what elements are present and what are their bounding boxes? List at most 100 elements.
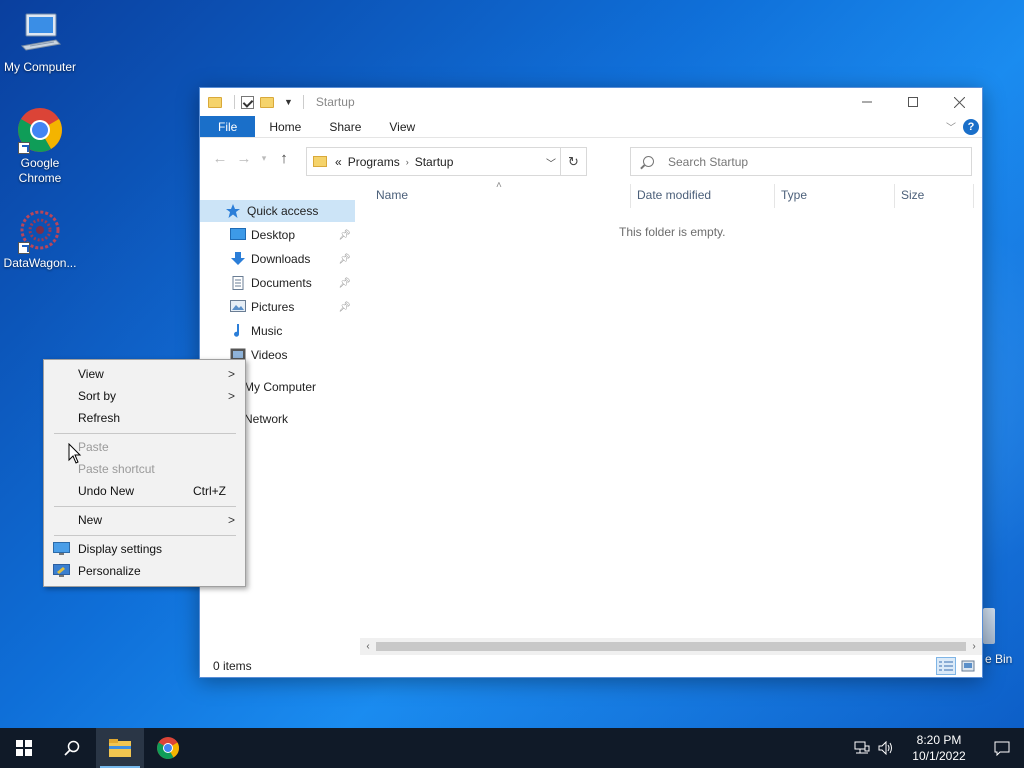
large-icons-view-button[interactable] — [958, 657, 978, 675]
nav-music[interactable]: Music — [230, 320, 355, 342]
desktop-icon-label: DataWagon... — [3, 256, 77, 270]
tab-file[interactable]: File — [200, 116, 256, 137]
search-box[interactable]: Search Startup — [630, 147, 972, 176]
clock[interactable]: 8:20 PM 10/1/2022 — [904, 732, 974, 764]
pin-icon[interactable]: 📌︎ — [338, 230, 351, 241]
file-explorer-icon — [109, 739, 131, 757]
menu-item-display-settings[interactable]: Display settings — [44, 538, 245, 560]
chrome-icon — [16, 106, 64, 154]
details-view-button[interactable] — [936, 657, 956, 675]
tab-home[interactable]: Home — [255, 116, 315, 137]
menu-item-new[interactable]: New > — [44, 509, 245, 531]
column-size[interactable]: Size — [901, 188, 924, 202]
menu-label: New — [78, 513, 103, 527]
taskbar-google-chrome[interactable] — [144, 728, 192, 768]
desktop-icon-label: Google Chrome — [18, 156, 62, 185]
column-divider[interactable] — [630, 184, 631, 208]
scroll-left-button[interactable]: ‹ — [360, 638, 376, 655]
nav-documents[interactable]: Documents 📌︎ — [230, 272, 355, 294]
refresh-button[interactable]: ↻ — [560, 148, 586, 175]
scrollbar-thumb[interactable] — [376, 642, 966, 651]
minimize-button[interactable] — [844, 88, 890, 116]
nav-desktop[interactable]: Desktop 📌︎ — [230, 224, 355, 246]
datawagon-icon — [16, 206, 64, 254]
breadcrumb-startup[interactable]: Startup — [415, 155, 454, 169]
maximize-button[interactable] — [890, 88, 936, 116]
breadcrumb-overflow[interactable]: « — [335, 155, 342, 169]
column-divider[interactable] — [973, 184, 974, 208]
nav-my-computer[interactable]: My Computer — [244, 376, 355, 398]
status-bar: 0 items — [200, 655, 982, 677]
chevron-right-icon[interactable]: › — [406, 157, 409, 167]
nav-label: Documents — [251, 276, 312, 290]
file-explorer-window: ▼ Startup File Home Share View ﹀ ? ← → ▾… — [199, 87, 983, 678]
breadcrumb-programs[interactable]: Programs — [348, 155, 400, 169]
scroll-right-button[interactable]: › — [966, 638, 982, 655]
nav-network[interactable]: Network — [244, 408, 355, 430]
mouse-cursor-icon — [68, 443, 82, 464]
menu-item-undo-new[interactable]: Undo New Ctrl+Z — [44, 480, 245, 502]
up-button[interactable]: ↑ — [272, 146, 296, 170]
windows-logo-icon — [16, 740, 32, 756]
window-title: Startup — [315, 95, 355, 109]
volume-icon[interactable] — [874, 728, 898, 768]
menu-label: Undo New — [78, 484, 135, 498]
ribbon: File Home Share View ﹀ ? — [200, 116, 982, 138]
action-center-button[interactable] — [980, 728, 1024, 768]
nav-label: Pictures — [251, 300, 295, 314]
chrome-icon — [157, 737, 179, 759]
menu-item-personalize[interactable]: Personalize — [44, 560, 245, 582]
desktop-icon-label: My Computer — [3, 60, 77, 74]
column-divider[interactable] — [774, 184, 775, 208]
nav-label: My Computer — [244, 380, 317, 394]
item-count: 0 items — [213, 659, 252, 673]
nav-label: Downloads — [251, 252, 311, 266]
menu-item-refresh[interactable]: Refresh — [44, 407, 245, 429]
column-name[interactable]: Name — [376, 188, 408, 202]
chevron-right-icon: > — [227, 513, 235, 527]
divider — [302, 95, 304, 109]
pin-icon[interactable]: 📌︎ — [338, 302, 351, 313]
close-button[interactable] — [936, 88, 982, 116]
new-folder-icon[interactable] — [260, 96, 274, 108]
divider — [234, 95, 235, 109]
tab-share[interactable]: Share — [315, 116, 375, 137]
horizontal-scrollbar[interactable]: ‹ › — [360, 638, 982, 655]
shortcut-arrow-icon — [18, 142, 30, 154]
nav-videos[interactable]: Videos — [230, 344, 355, 366]
properties-checkbox-icon[interactable] — [241, 95, 254, 109]
pin-icon[interactable]: 📌︎ — [338, 278, 351, 289]
address-bar[interactable]: « Programs › Startup ﹀ ↻ — [306, 147, 587, 176]
search-button[interactable] — [48, 728, 96, 768]
menu-item-view[interactable]: View > — [44, 363, 245, 385]
network-icon[interactable] — [850, 728, 874, 768]
desktop-icon-my-computer[interactable]: My Computer — [0, 10, 80, 75]
chevron-down-icon[interactable]: ﹀ — [946, 119, 956, 134]
start-button[interactable] — [0, 728, 48, 768]
window-controls — [844, 88, 982, 116]
forward-button[interactable]: → — [232, 146, 256, 170]
back-button[interactable]: ← — [208, 146, 232, 170]
column-date-modified[interactable]: Date modified — [637, 188, 711, 202]
nav-downloads[interactable]: Downloads 📌︎ — [230, 248, 355, 270]
quick-access-dropdown-icon[interactable]: ▼ — [284, 97, 293, 107]
pin-icon[interactable]: 📌︎ — [338, 254, 351, 265]
recycle-bin-icon[interactable] — [983, 608, 995, 644]
nav-quick-access[interactable]: Quick access — [200, 200, 355, 222]
search-icon — [643, 156, 654, 167]
nav-pictures[interactable]: Pictures 📌︎ — [230, 296, 355, 318]
recent-locations-button[interactable]: ▾ — [256, 146, 272, 170]
menu-item-sort-by[interactable]: Sort by > — [44, 385, 245, 407]
taskbar-file-explorer[interactable] — [96, 728, 144, 768]
desktop-icon-google-chrome[interactable]: Google Chrome — [0, 106, 80, 186]
desktop-icon-datawagon[interactable]: DataWagon... — [0, 206, 80, 271]
address-dropdown-icon[interactable]: ﹀ — [546, 155, 556, 170]
tab-view[interactable]: View — [375, 116, 429, 137]
display-settings-icon — [53, 542, 70, 555]
clock-date: 10/1/2022 — [912, 749, 966, 763]
help-icon[interactable]: ? — [963, 119, 979, 135]
recycle-bin-label[interactable]: e Bin — [985, 652, 1012, 666]
title-bar[interactable]: ▼ Startup — [200, 88, 982, 116]
column-type[interactable]: Type — [781, 188, 807, 202]
column-divider[interactable] — [894, 184, 895, 208]
